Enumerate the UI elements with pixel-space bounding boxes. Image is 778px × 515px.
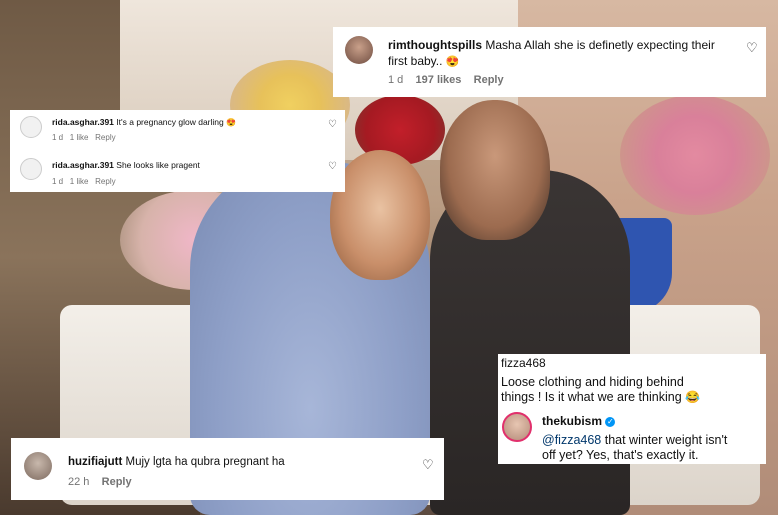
comment-meta: 1 d 197 likes Reply [388, 74, 504, 86]
reply-username[interactable]: thekubism [542, 414, 602, 428]
reply-button[interactable]: Reply [95, 177, 115, 186]
avatar[interactable] [345, 36, 373, 64]
comment-text: It's a pregnancy glow darling [116, 117, 224, 127]
reply-text-2: off yet? Yes, that's exactly it. [542, 448, 699, 462]
comment-likes[interactable]: 1 like [70, 177, 89, 186]
heart-eyes-emoji: 😍 [226, 118, 237, 127]
comment-username[interactable]: rida.asghar.391 [52, 117, 114, 127]
avatar[interactable] [20, 116, 42, 138]
comment-rida-1: rida.asghar.391 It's a pregnancy glow da… [10, 110, 345, 152]
comment-age: 1 d [52, 177, 64, 186]
laughing-emoji: 😂 [685, 390, 701, 404]
avatar[interactable] [24, 452, 52, 480]
comment-age: 1 d [388, 74, 404, 86]
comment-username[interactable]: rida.asghar.391 [52, 160, 114, 170]
pink-flowers [620, 95, 770, 215]
reply-button[interactable]: Reply [95, 133, 115, 142]
heart-icon[interactable]: ♡ [746, 40, 758, 56]
heart-icon[interactable]: ♡ [328, 161, 337, 172]
comment-text-2: things ! Is it what we are thinking [501, 390, 682, 404]
comment-username[interactable]: rimthoughtspills [388, 38, 482, 52]
avatar[interactable] [502, 412, 532, 442]
comment-rim: rimthoughtspills Masha Allah she is defi… [333, 27, 766, 97]
avatar[interactable] [20, 158, 42, 180]
verified-badge-icon: ✓ [605, 416, 616, 427]
reply-button[interactable]: Reply [102, 476, 132, 488]
comment-likes[interactable]: 1 like [70, 133, 89, 142]
comment-likes[interactable]: 197 likes [416, 74, 462, 86]
comment-body: rida.asghar.391 It's a pregnancy glow da… [52, 116, 236, 129]
comment-rida-2: rida.asghar.391 She looks like pragent 1… [10, 152, 345, 192]
reply-text: that winter weight isn't [601, 433, 728, 447]
comment-text: Loose clothing and hiding behind [501, 375, 684, 389]
man-head [440, 100, 550, 240]
photo-background: rimthoughtspills Masha Allah she is defi… [0, 0, 778, 515]
heart-icon[interactable]: ♡ [328, 119, 337, 130]
reply-mention[interactable]: @fizza468 [542, 433, 601, 447]
comment-body: huzifiajutt Mujy lgta ha qubra pregnant … [68, 455, 285, 470]
reply-body: @fizza468 that winter weight isn't off y… [542, 433, 764, 463]
comment-body: rida.asghar.391 She looks like pragent [52, 159, 200, 171]
heart-eyes-emoji: 😍 [445, 56, 460, 68]
comment-meta: 1 d 1 like Reply [52, 177, 116, 186]
comment-text-2: first baby.. [388, 54, 443, 68]
comment-meta: 22 h Reply [68, 476, 132, 488]
comment-age: 22 h [68, 476, 90, 488]
comment-meta: 1 d 1 like Reply [52, 133, 116, 142]
comment-text: Masha Allah she is definetly expecting t… [485, 38, 715, 52]
comment-fizza: fizza468 Loose clothing and hiding behin… [498, 354, 766, 464]
comment-body: rimthoughtspills Masha Allah she is defi… [388, 37, 738, 70]
comment-username[interactable]: fizza468 [501, 356, 546, 370]
comment-text: Mujy lgta ha qubra pregnant ha [125, 456, 285, 468]
reply-header: thekubism ✓ [542, 414, 616, 428]
comment-huzifia: huzifiajutt Mujy lgta ha qubra pregnant … [11, 438, 444, 500]
heart-icon[interactable]: ♡ [422, 457, 434, 473]
comment-age: 1 d [52, 133, 64, 142]
comment-text: She looks like pragent [116, 160, 200, 170]
comment-body: Loose clothing and hiding behind things … [501, 375, 763, 405]
comment-username[interactable]: huzifiajutt [68, 456, 122, 468]
woman-head [330, 150, 430, 280]
reply-button[interactable]: Reply [474, 74, 504, 86]
